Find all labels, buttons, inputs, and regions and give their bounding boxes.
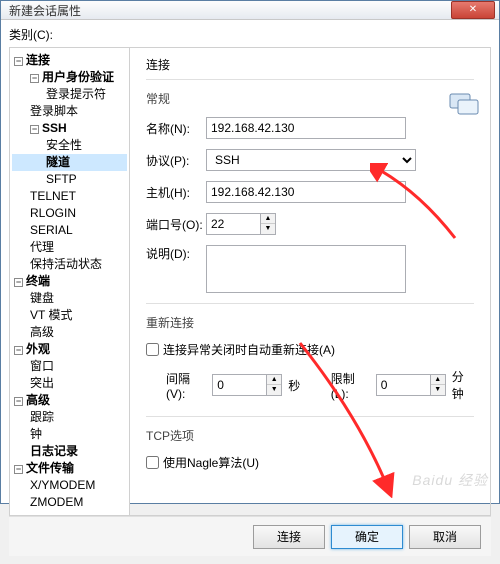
protocol-select[interactable]: SSH: [206, 149, 416, 171]
port-label: 端口号(O):: [146, 216, 206, 233]
tree-terminal[interactable]: −终端: [12, 273, 127, 290]
tree-telnet[interactable]: TELNET: [12, 188, 127, 205]
tree-adv-term[interactable]: 高级: [12, 324, 127, 341]
tree-serial[interactable]: SERIAL: [12, 222, 127, 239]
collapse-icon[interactable]: −: [14, 57, 23, 66]
protocol-label: 协议(P):: [146, 152, 206, 169]
ok-button[interactable]: 确定: [331, 525, 403, 549]
collapse-icon[interactable]: −: [14, 397, 23, 406]
tree-tunnel[interactable]: 隧道: [12, 154, 127, 171]
tree-sftp[interactable]: SFTP: [12, 171, 127, 188]
reconnect-label: 连接异常关闭时自动重新连接(A): [163, 341, 335, 358]
port-input[interactable]: [206, 213, 261, 235]
tree-appearance[interactable]: −外观: [12, 341, 127, 358]
collapse-icon[interactable]: −: [14, 278, 23, 287]
tree-keepalive[interactable]: 保持活动状态: [12, 256, 127, 273]
limit-input[interactable]: [376, 374, 431, 396]
session-icon: [448, 88, 480, 120]
collapse-icon[interactable]: −: [14, 465, 23, 474]
host-input[interactable]: [206, 181, 406, 203]
titlebar[interactable]: 新建会话属性 ✕: [1, 1, 499, 20]
footer-buttons: 连接 确定 取消: [9, 516, 491, 556]
limit-unit: 分钟: [452, 368, 474, 402]
divider: [146, 79, 474, 80]
nagle-checkbox[interactable]: [146, 456, 159, 469]
annotation-arrow-icon: [290, 338, 410, 498]
section-tcp: TCP选项: [146, 427, 474, 444]
tree-vt[interactable]: VT 模式: [12, 307, 127, 324]
host-label: 主机(H):: [146, 184, 206, 201]
tree-rlogin[interactable]: RLOGIN: [12, 205, 127, 222]
collapse-icon[interactable]: −: [30, 74, 39, 83]
tree-trace[interactable]: 跟踪: [12, 409, 127, 426]
interval-input[interactable]: [212, 374, 267, 396]
chevron-down-icon: ▼: [261, 224, 275, 234]
reconnect-checkbox[interactable]: [146, 343, 159, 356]
chevron-up-icon: ▲: [261, 214, 275, 224]
tree-auth[interactable]: −用户身份验证: [12, 69, 127, 86]
collapse-icon[interactable]: −: [14, 346, 23, 355]
content-area: −连接 −用户身份验证 登录提示符 登录脚本 −SSH 安全性 隧道 SFTP …: [9, 47, 491, 516]
tree-advanced[interactable]: −高级: [12, 392, 127, 409]
name-input[interactable]: [206, 117, 406, 139]
dialog-window: 新建会话属性 ✕ 类别(C): −连接 −用户身份验证 登录提示符 登录脚本 −…: [0, 0, 500, 504]
tree-login-prompt[interactable]: 登录提示符: [12, 86, 127, 103]
close-icon[interactable]: ✕: [451, 1, 495, 19]
category-tree[interactable]: −连接 −用户身份验证 登录提示符 登录脚本 −SSH 安全性 隧道 SFTP …: [10, 48, 130, 515]
tree-window-sub[interactable]: 窗口: [12, 358, 127, 375]
tree-proxy[interactable]: 代理: [12, 239, 127, 256]
window-title: 新建会话属性: [9, 2, 451, 19]
tree-login-script[interactable]: 登录脚本: [12, 103, 127, 120]
nagle-label: 使用Nagle算法(U): [163, 454, 259, 471]
desc-textarea[interactable]: [206, 245, 406, 293]
settings-panel: 连接 常规 名称(N): 协议(P): SSH 主机(H):: [130, 48, 490, 515]
divider: [146, 416, 474, 417]
name-label: 名称(N):: [146, 120, 206, 137]
watermark: Baidu 经验: [412, 470, 488, 490]
port-spinner[interactable]: ▲▼: [261, 213, 276, 235]
connect-button[interactable]: 连接: [253, 525, 325, 549]
interval-spinner[interactable]: ▲▼: [267, 374, 282, 396]
desc-label: 说明(D):: [146, 245, 206, 262]
tree-connection[interactable]: −连接: [12, 52, 127, 69]
panel-title: 连接: [146, 56, 474, 73]
interval-unit: 秒: [288, 377, 300, 394]
tree-ssh[interactable]: −SSH: [12, 120, 127, 137]
section-reconnect: 重新连接: [146, 314, 474, 331]
limit-spinner[interactable]: ▲▼: [431, 374, 446, 396]
interval-label: 间隔(V):: [166, 370, 206, 401]
tree-keyboard[interactable]: 键盘: [12, 290, 127, 307]
tree-security[interactable]: 安全性: [12, 137, 127, 154]
tree-bell[interactable]: 钟: [12, 426, 127, 443]
collapse-icon[interactable]: −: [30, 125, 39, 134]
tree-filetransfer[interactable]: −文件传输: [12, 460, 127, 477]
tree-xymodem[interactable]: X/YMODEM: [12, 477, 127, 494]
tree-zmodem[interactable]: ZMODEM: [12, 494, 127, 511]
divider: [146, 303, 474, 304]
tree-logging[interactable]: 日志记录: [12, 443, 127, 460]
section-general: 常规: [146, 90, 474, 107]
tree-highlight[interactable]: 突出: [12, 375, 127, 392]
cancel-button[interactable]: 取消: [409, 525, 481, 549]
category-label: 类别(C):: [9, 26, 491, 43]
limit-label: 限制(L):: [331, 370, 370, 401]
